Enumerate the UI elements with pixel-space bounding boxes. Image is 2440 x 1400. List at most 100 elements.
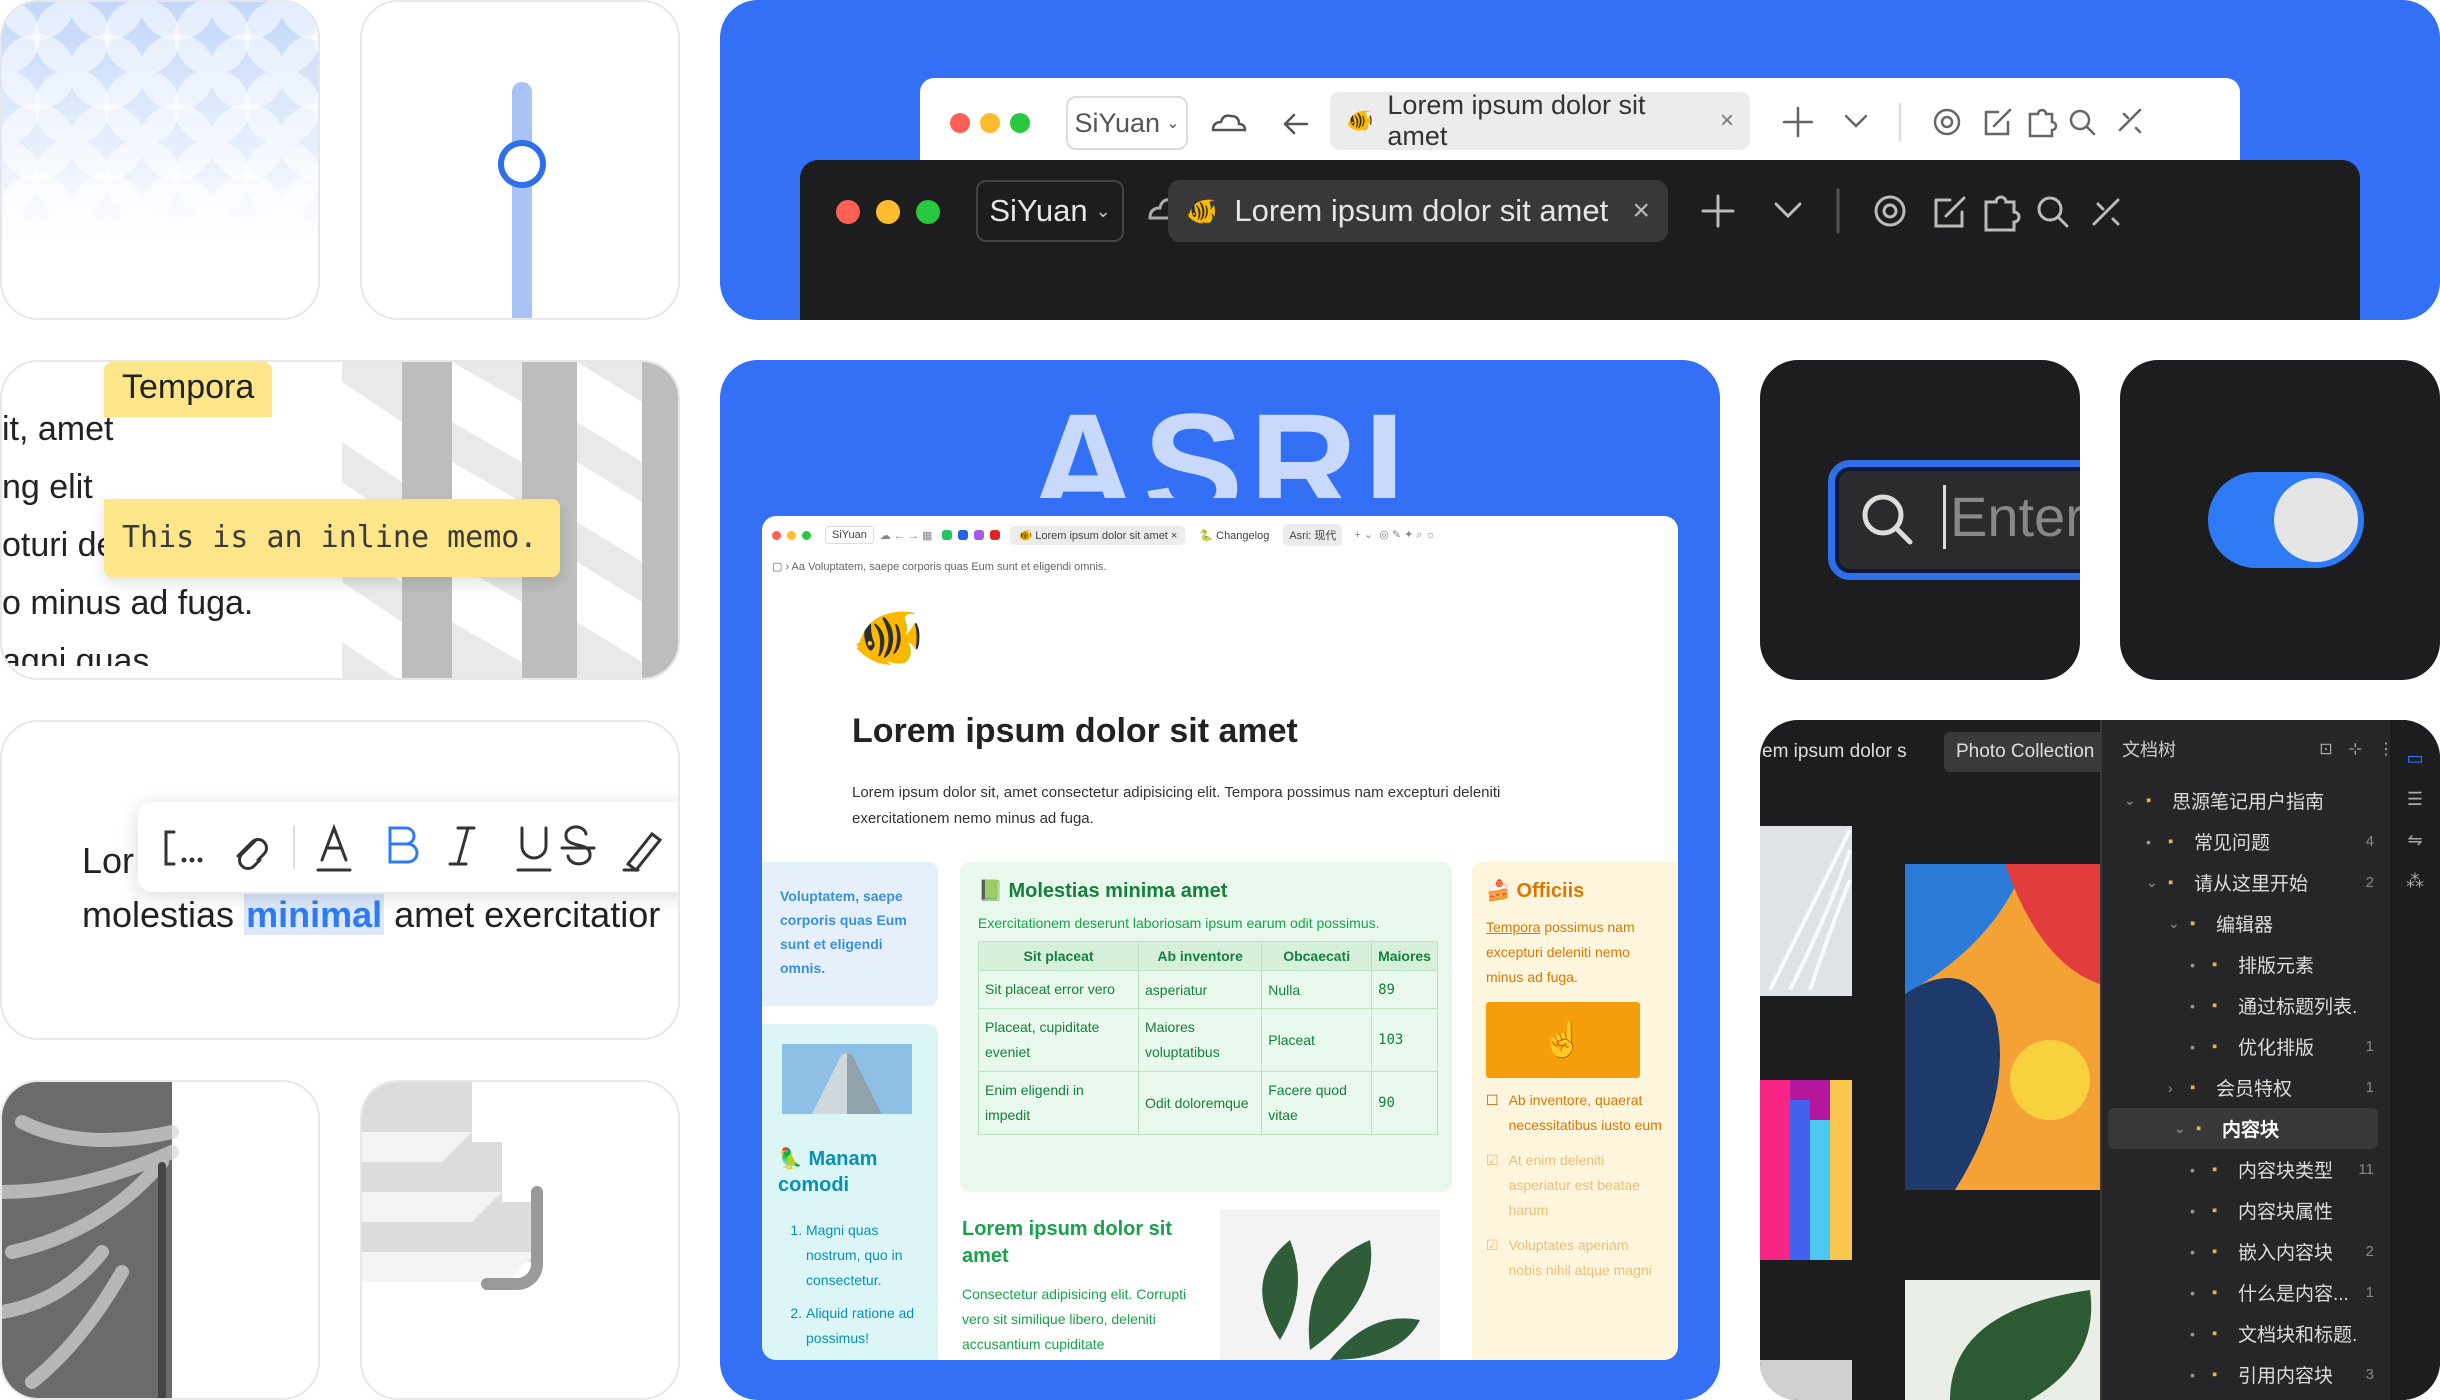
table-cell[interactable]: Odit doloremque	[1137, 1071, 1263, 1135]
tree-item[interactable]: ⌄ ▪ 思源笔记用户指南	[2102, 780, 2384, 821]
backlink-icon[interactable]: ⇋	[2390, 820, 2440, 861]
mini-tab-3[interactable]: Asri: 现代	[1283, 524, 1343, 546]
dark-close-button[interactable]	[836, 200, 860, 224]
mini-workspace[interactable]: SiYuan	[825, 526, 874, 544]
block-ref-icon	[164, 830, 176, 866]
maximize-window-button[interactable]	[1010, 113, 1030, 133]
highlight-word[interactable]: Tempora	[104, 362, 273, 417]
chevron-down-icon: ⌄	[1166, 115, 1180, 132]
tree-item[interactable]: • ▪ 排版元素	[2102, 944, 2384, 985]
folder-icon[interactable]: ▭	[2390, 738, 2440, 779]
photo-painting	[1905, 864, 2100, 1190]
dark-maximize-button[interactable]	[916, 200, 940, 224]
pointing-hand-image: ☝	[1486, 1002, 1640, 1078]
table-cell[interactable]: Nulla	[1261, 970, 1373, 1009]
todo-item[interactable]: ☑ Voluptates aperiam nobis nihil atque ma…	[1486, 1233, 1664, 1283]
tree-item[interactable]: ⌄ ▪ 请从这里开始 2	[2102, 862, 2384, 903]
focus-icon[interactable]: ⊡	[2319, 739, 2332, 759]
dark-workspace-select[interactable]: SiYuan ⌄	[976, 180, 1124, 242]
bullet-icon[interactable]: •	[2146, 834, 2168, 850]
toolbar-icons	[164, 823, 663, 873]
bullet-icon[interactable]: •	[2190, 1039, 2212, 1055]
toggle-switch[interactable]	[2208, 472, 2364, 568]
table-cell[interactable]: Placeat, cupiditate eveniet	[978, 1008, 1139, 1072]
dark-tab-title: Lorem ipsum dolor sit amet	[1234, 193, 1609, 228]
tree-item[interactable]: • ▪ 内容块属性	[2102, 1190, 2384, 1231]
todo-item[interactable]: ☐ Ab inventore, quaerat necessitatibus iu…	[1486, 1088, 1664, 1138]
todo-item[interactable]: ☑ At enim deleniti asperiatur est beatae …	[1486, 1148, 1664, 1223]
tree-item[interactable]: • ▪ 文档块和标题...	[2102, 1313, 2384, 1354]
table-cell[interactable]: Sit placeat error vero	[978, 970, 1139, 1009]
dark-tab-1[interactable]: em ipsum dolor s	[1762, 732, 1944, 772]
italic-icon	[448, 826, 476, 866]
dark-theme-icon	[2092, 198, 2120, 226]
dark-tab[interactable]: 🐠 Lorem ipsum dolor sit amet ×	[1168, 180, 1668, 242]
locate-icon[interactable]: ⊹	[2349, 739, 2362, 759]
bullet-icon[interactable]: •	[2190, 1162, 2212, 1178]
graph-icon[interactable]: ⁂	[2390, 861, 2440, 902]
table-row: Enim eligendi in impedit Odit doloremque…	[978, 1071, 1438, 1135]
light-tab[interactable]: 🐠 Lorem ipsum dolor sit amet ×	[1330, 90, 1750, 151]
bullet-icon[interactable]: •	[2190, 1203, 2212, 1219]
slider-thumb[interactable]	[498, 140, 546, 188]
chevron-down-icon[interactable]: ⌄	[2124, 792, 2146, 809]
tree-item[interactable]: • ▪ 常见问题 4	[2102, 821, 2384, 862]
tree-item-count: 4	[2365, 833, 2374, 850]
dark-tab-photo[interactable]: Photo Collection	[1944, 732, 2114, 772]
bullet-icon[interactable]: •	[2190, 1367, 2212, 1383]
table-cell[interactable]: Enim eligendi in impedit	[978, 1071, 1139, 1135]
list-icon[interactable]: ☰	[2390, 779, 2440, 820]
bullet-icon[interactable]: •	[2190, 1244, 2212, 1260]
minimize-window-button[interactable]	[980, 113, 1000, 133]
tree-item-count: 2	[2365, 874, 2374, 891]
table-cell[interactable]: Maiores voluptatibus	[1137, 1008, 1263, 1072]
search-placeholder: Enter	[1943, 485, 2080, 549]
chevron-down-icon[interactable]: ⌄	[2174, 1120, 2196, 1137]
slider-track[interactable]	[512, 82, 532, 318]
tree-item[interactable]: • ▪ 通过标题列表...	[2102, 985, 2384, 1026]
table-cell[interactable]: asperiatur	[1137, 970, 1263, 1009]
tree-item[interactable]: ⌄ ▪ 编辑器	[2102, 903, 2384, 944]
dark-workspace-label: SiYuan	[989, 193, 1088, 228]
bullet-icon[interactable]: •	[2190, 1326, 2212, 1342]
chevron-down-icon[interactable]: ⌄	[2168, 915, 2190, 932]
tree-item[interactable]: • ▪ 优化排版 1	[2102, 1026, 2384, 1067]
tree-item[interactable]: › ▪ 会员特权 1	[2102, 1067, 2384, 1108]
workspace-select[interactable]: SiYuan ⌄	[1066, 96, 1188, 150]
mini-tab-1[interactable]: 🐠 Lorem ipsum dolor sit amet ×	[1010, 525, 1186, 545]
close-tab-icon[interactable]: ×	[1720, 107, 1734, 135]
bullet-icon[interactable]: •	[2190, 957, 2212, 973]
table-cell[interactable]: 103	[1371, 1008, 1438, 1072]
close-window-button[interactable]	[950, 113, 970, 133]
toggle-knob	[2274, 478, 2358, 562]
table-cell[interactable]: Facere quod vitae	[1261, 1071, 1373, 1135]
dark-close-tab-icon[interactable]: ×	[1632, 194, 1650, 228]
teal-item: Magni quas nostrum, quo in consectetur.	[806, 1218, 930, 1293]
tree-item[interactable]: • ▪ 引用内容块 3	[2102, 1354, 2384, 1395]
table-cell[interactable]: 89	[1371, 970, 1438, 1009]
tree-item[interactable]: • ▪ 嵌入内容块 2	[2102, 1231, 2384, 1272]
selected-text[interactable]: minimal	[244, 894, 385, 935]
tree-item[interactable]: • ▪ 什么是内容... 1	[2102, 1272, 2384, 1313]
bullet-icon[interactable]: •	[2190, 998, 2212, 1014]
marker-icon	[622, 831, 663, 873]
chevron-down-icon[interactable]: ⌄	[2146, 874, 2168, 891]
tree-item[interactable]: • ▪ 内容块类型 11	[2102, 1149, 2384, 1190]
search-input[interactable]: Enter	[1828, 460, 2080, 580]
add-tab-icon	[1782, 106, 1814, 138]
doc-icon: ▪	[2212, 997, 2218, 1014]
table-cell[interactable]: 90	[1371, 1071, 1438, 1135]
dark-right-icons	[1701, 188, 2120, 234]
bullet-icon[interactable]: •	[2190, 1285, 2212, 1301]
yellow-link[interactable]: Tempora	[1486, 919, 1540, 935]
line2-pre: molestias	[82, 894, 245, 935]
plant-image	[1220, 1210, 1440, 1360]
mini-tab-2[interactable]: 🐍 Changelog	[1191, 526, 1277, 545]
hero-panel: ASRI SiYuan ☁ ← → ▦ 🐠 Lorem ipsum dolor …	[720, 360, 1720, 1400]
memo-line-5: agni quas	[2, 642, 150, 666]
table-cell[interactable]: Placeat	[1261, 1008, 1373, 1072]
chevron-right-icon[interactable]: ›	[2168, 1080, 2190, 1096]
todo-list: ☐ Ab inventore, quaerat necessitatibus iu…	[1486, 1088, 1664, 1283]
dark-minimize-button[interactable]	[876, 200, 900, 224]
tree-item[interactable]: ⌄ ▪ 内容块	[2108, 1108, 2378, 1149]
